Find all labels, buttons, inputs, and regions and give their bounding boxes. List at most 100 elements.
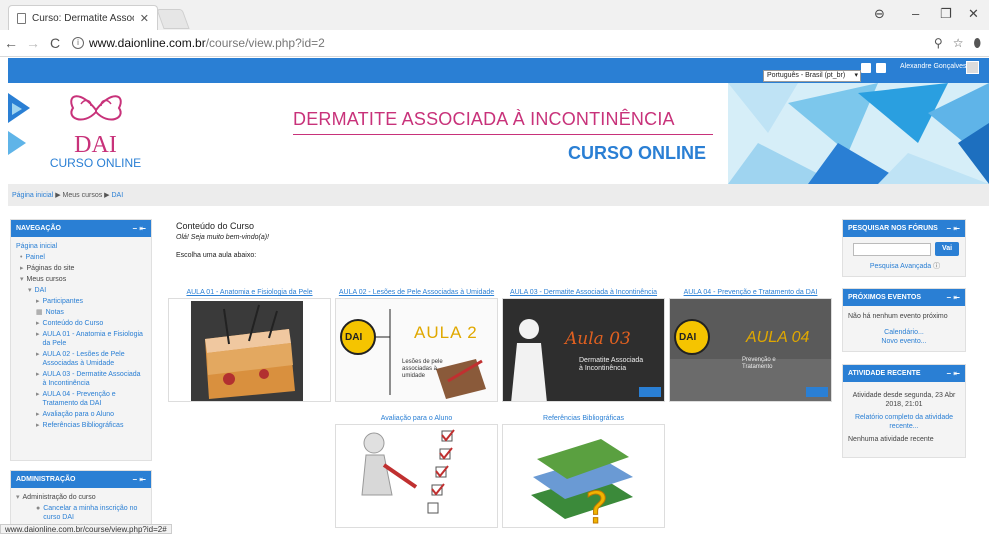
profile-icon[interactable]: ⊖ <box>874 6 885 22</box>
lesson-3-img-subtitle: Dermatite Associada à Incontinência <box>579 357 644 372</box>
lesson-4-link[interactable]: AULA 04 - Prevenção e Tratamento da DAI <box>669 289 832 296</box>
lesson-2-link[interactable]: AULA 02 - Lesões de Pele Associadas à Um… <box>335 289 498 296</box>
back-icon[interactable]: ← <box>0 35 22 51</box>
references-link[interactable]: Referências Bibliográficas <box>502 415 665 422</box>
navigation-title: NAVEGAÇÃO <box>16 225 61 232</box>
chevron-down-icon: ▾ <box>854 72 858 79</box>
messages-icon[interactable] <box>876 63 886 73</box>
avatar[interactable] <box>966 61 979 74</box>
chevron-down-icon: ▾ <box>16 494 20 501</box>
evaluation-thumbnail[interactable] <box>335 424 498 528</box>
user-name[interactable]: Alexandre Gonçalves <box>900 63 967 70</box>
url-field[interactable]: i www.daionline.com.br/course/view.php?i… <box>72 36 952 50</box>
language-value: Português - Brasil (pt_br) <box>767 72 846 79</box>
nav-home[interactable]: Página inicial <box>16 242 146 251</box>
new-event-link[interactable]: Novo evento... <box>843 337 965 346</box>
lesson-3-thumbnail[interactable]: Aula 03 Dermatite Associada à Incontinên… <box>502 298 665 402</box>
forward-icon[interactable]: → <box>22 35 44 51</box>
nav-grades[interactable]: ▦ Notas <box>16 308 146 317</box>
lesson-3-link[interactable]: AULA 03 - Dermatite Associada à Incontin… <box>502 289 665 296</box>
breadcrumb-home[interactable]: Página inicial <box>12 192 53 199</box>
restore-icon[interactable]: ❐ <box>940 6 952 22</box>
recent-activity-title: ATIVIDADE RECENTE <box>848 370 921 377</box>
nav-lesson-1[interactable]: ▸ AULA 01 - Anatomia e Fisiologia da Pele <box>16 330 146 348</box>
recent-activity-header: ATIVIDADE RECENTE – ⇤ <box>843 365 965 382</box>
nav-content[interactable]: ▸ Conteúdo do Curso <box>16 319 146 328</box>
welcome-text: Olá! Seja muito bem-vindo(a)! <box>176 234 269 241</box>
lesson-4-thumbnail[interactable]: DAI AULA 04 Prevenção e Tratamento <box>669 298 832 402</box>
evaluation-link[interactable]: Avaliação para o Aluno <box>335 415 498 422</box>
bookmark-star-icon[interactable]: ☆ <box>953 36 964 51</box>
block-collapse-icon[interactable]: – ⇤ <box>133 224 146 233</box>
new-tab-button[interactable] <box>156 9 190 29</box>
logo-letters: DAI <box>74 132 117 158</box>
chevron-right-icon: ▸ <box>36 351 40 358</box>
user-icon: ● <box>36 505 41 512</box>
calendar-link[interactable]: Calendário... <box>843 328 965 337</box>
block-collapse-icon[interactable]: – ⇤ <box>947 224 960 233</box>
nav-references[interactable]: ▸ Referências Bibliográficas <box>16 421 146 430</box>
nav-dashboard[interactable]: • Painel <box>16 253 146 262</box>
admin-unenrol[interactable]: ● Cancelar a minha inscrição no curso DAI <box>16 504 146 522</box>
close-window-icon[interactable]: ✕ <box>968 6 979 22</box>
breadcrumb-my-courses[interactable]: Meus cursos <box>63 192 103 199</box>
browser-tabbar: Curso: Dermatite Associa ✕ ⊖ – ❐ ✕ <box>0 0 989 30</box>
lesson-1-thumbnail[interactable] <box>168 298 331 402</box>
references-thumbnail[interactable]: ? <box>502 424 665 528</box>
browser-tab[interactable]: Curso: Dermatite Associa ✕ <box>8 5 158 30</box>
nav-lesson-2[interactable]: ▸ AULA 02 - Lesões de Pele Associadas à U… <box>16 350 146 368</box>
chevron-right-icon: ▸ <box>36 298 40 305</box>
no-events-text: Não há nenhum evento próximo <box>848 313 948 320</box>
breadcrumb: Página inicial ▶ Meus cursos ▶ DAI <box>8 184 989 206</box>
lesson-2-img-subtitle: Lesões de pele associadas à umidade <box>402 359 443 379</box>
extension-shield-icon[interactable]: ⬮ <box>973 36 981 51</box>
grades-table-icon: ▦ <box>36 309 43 316</box>
forum-search-block: PESQUISAR NOS FÓRUNS – ⇤ Vai Pesquisa Av… <box>842 219 966 277</box>
nav-site-pages[interactable]: ▸ Páginas do site <box>16 264 146 273</box>
forum-search-input[interactable] <box>853 243 931 256</box>
forum-search-header: PESQUISAR NOS FÓRUNS – ⇤ <box>843 220 965 237</box>
chevron-right-icon: ▸ <box>36 422 40 429</box>
navigation-block: NAVEGAÇÃO – ⇤ Página inicial • Painel ▸ Pá… <box>10 219 152 461</box>
minimize-icon[interactable]: – <box>912 6 919 21</box>
dai-logo[interactable]: DAI CURSO ONLINE <box>38 88 153 180</box>
language-select[interactable]: Português - Brasil (pt_br) ▾ <box>763 70 861 82</box>
admin-course-administration[interactable]: ▾ Administração do curso <box>16 493 146 502</box>
breadcrumb-course[interactable]: DAI <box>112 192 124 199</box>
help-icon[interactable]: ⓘ <box>933 263 940 270</box>
lesson-4-img-subtitle: Prevenção e Tratamento <box>742 357 776 370</box>
nav-lesson-4[interactable]: ▸ AULA 04 - Prevenção e Tratamento da DAI <box>16 390 146 408</box>
lesson-1-link[interactable]: AULA 01 - Anatomia e Fisiologia da Pele <box>168 289 331 296</box>
nav-evaluation[interactable]: ▸ Avaliação para o Aluno <box>16 410 146 419</box>
page-title: Conteúdo do Curso <box>176 221 255 231</box>
close-tab-icon[interactable]: ✕ <box>140 12 149 25</box>
chevron-down-icon: ▾ <box>28 287 32 294</box>
block-collapse-icon[interactable]: – ⇤ <box>947 293 960 302</box>
zoom-icon[interactable]: ⚲ <box>934 36 943 51</box>
upcoming-events-block: PRÓXIMOS EVENTOS – ⇤ Não há nenhum event… <box>842 288 966 352</box>
nav-lesson-3[interactable]: ▸ AULA 03 - Dermatite Associada à Inconti… <box>16 370 146 388</box>
nav-my-courses[interactable]: ▾ Meus cursos <box>16 275 146 284</box>
block-collapse-icon[interactable]: – ⇤ <box>947 369 960 378</box>
banner-divider <box>293 134 713 135</box>
choose-lesson-text: Escolha uma aula abaixo: <box>176 252 257 259</box>
site-info-icon[interactable]: i <box>72 37 84 49</box>
recent-activity-block: ATIVIDADE RECENTE – ⇤ Atividade desde se… <box>842 364 966 458</box>
banner-subtitle: CURSO ONLINE <box>568 143 707 163</box>
lesson-4-img-badge: DAI <box>679 332 697 343</box>
upcoming-events-header: PRÓXIMOS EVENTOS – ⇤ <box>843 289 965 306</box>
lesson-2-thumbnail[interactable]: DAI AULA 2 Lesões de pele associadas à u… <box>335 298 498 402</box>
block-collapse-icon[interactable]: – ⇤ <box>133 475 146 484</box>
nav-course-dai[interactable]: ▾ DAI <box>16 286 146 295</box>
breadcrumb-separator-icon: ▶ <box>104 192 112 199</box>
administration-block-header: ADMINISTRAÇÃO – ⇤ <box>11 471 151 488</box>
full-report-link[interactable]: Relatório completo da atividade recente.… <box>843 413 965 431</box>
page-icon <box>17 12 26 24</box>
advanced-search-link[interactable]: Pesquisa Avançada ⓘ <box>843 262 967 271</box>
reload-icon[interactable]: C <box>44 35 66 51</box>
upcoming-events-title: PRÓXIMOS EVENTOS <box>848 294 921 301</box>
notifications-icon[interactable] <box>861 63 871 73</box>
forum-search-button[interactable]: Vai <box>935 242 959 256</box>
nav-participants[interactable]: ▸ Participantes <box>16 297 146 306</box>
chevron-right-icon: ▸ <box>20 265 24 272</box>
